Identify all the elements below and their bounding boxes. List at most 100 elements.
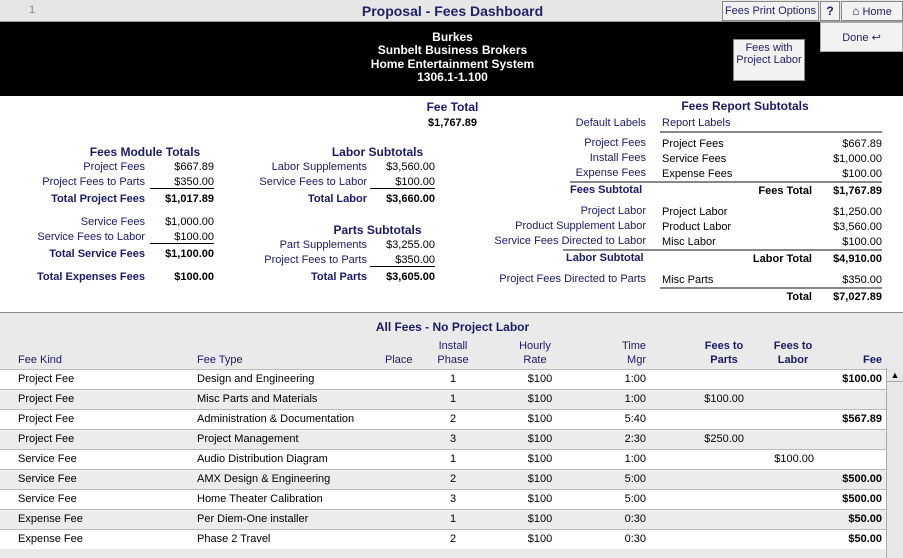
report-labor-value: $100.00 [842,236,882,248]
cell-rate: $100 [527,393,553,405]
cell-rate: $100 [527,473,553,485]
default-labels-header: Default Labels [575,117,646,129]
cell-kind: Expense Fee [18,513,83,525]
fees-divider [570,181,882,183]
report-labor-label: Misc Labor [662,236,716,248]
cell-kind: Project Fee [18,373,75,385]
fee-total-label: Fee Total [426,100,479,114]
table-row[interactable]: Expense Fee Phase 2 Travel 2 $100 0:30 $50.00 [0,529,886,549]
report-row-default: Install Fees [589,152,646,164]
labor-supplements-label: Labor Supplements [271,161,367,173]
home-icon: ⌂ [852,4,860,18]
col-fee: Fee [863,354,882,366]
fm-project-to-parts-label: Project Fees to Parts [42,176,145,188]
cell-rate: $100 [527,433,553,445]
cell-rate: $100 [527,533,553,545]
report-labels-header: Report Labels [662,117,731,129]
done-button[interactable]: Done ↩ [820,22,903,52]
parts-subtotals-title: Parts Subtotals [333,223,422,237]
table-row[interactable]: Expense Fee Per Diem-One installer 1 $100 0:… [0,509,886,529]
cell-kind: Service Fee [18,473,77,485]
cell-phase: 1 [449,513,457,525]
cell-time: 5:00 [624,493,646,505]
labor-supplements-value: $3,560.00 [386,161,435,173]
cell-time: 5:40 [624,413,646,425]
fm-service-fees-label: Service Fees [80,216,145,228]
cell-fee: $100.00 [842,373,882,385]
cell-type: AMX Design & Engineering [197,473,331,485]
fm-project-to-parts-value: $350.00 [150,176,214,189]
cell-phase: 3 [449,493,457,505]
total-labor-label: Total Labor [307,193,367,205]
cell-type: Project Management [197,433,299,445]
cell-parts: $250.00 [704,433,744,445]
labor-service-to-labor-value: $100.00 [370,176,435,189]
report-row-default: Project Fees [584,137,646,149]
total-labor-value: $3,660.00 [386,193,435,205]
col-fees-to-labor: Fees to Labor [773,340,813,366]
report-parts-label: Misc Parts [662,274,714,286]
fees-subtotal-label: Fees Subtotal [570,184,643,196]
parts-project-to-parts-label: Project Fees to Parts [264,254,367,266]
fees-with-project-labor-button[interactable]: Fees with Project Labor [733,39,805,81]
cell-phase: 3 [449,433,457,445]
table-row[interactable]: Service Fee Home Theater Calibration 3 $100… [0,489,886,509]
cell-kind: Expense Fee [18,533,83,545]
table-row[interactable]: Service Fee AMX Design & Engineering 2 $100… [0,469,886,489]
cell-time: 5:00 [624,473,646,485]
fees-report-title: Fees Report Subtotals [681,99,809,113]
col-place: Place [385,354,413,366]
fm-project-fees-value: $667.89 [174,161,214,173]
report-row-label: Expense Fees [662,168,733,180]
cell-type: Design and Engineering [197,373,315,385]
report-labor-value: $3,560.00 [833,221,882,233]
cell-type: Phase 2 Travel [197,533,271,545]
report-labor-value: $1,250.00 [833,206,882,218]
home-label: Home [862,6,892,18]
report-labor-label: Product Labor [662,221,732,233]
done-label: Done [842,32,869,44]
cell-type: Audio Distribution Diagram [197,453,328,465]
fees-total-value: $1,767.89 [833,185,882,197]
grand-total-label: Total [786,291,812,303]
table-scrollbar[interactable]: ▲ [886,368,903,558]
cell-time: 1:00 [624,453,646,465]
cell-time: 2:30 [624,433,646,445]
cell-fee: $50.00 [848,513,882,525]
fm-service-fees-value: $1,000.00 [165,216,214,228]
fees-print-options-button[interactable]: Fees Print Options [722,1,819,21]
scroll-up-arrow-icon[interactable]: ▲ [887,368,903,382]
table-row[interactable]: Project Fee Misc Parts and Materials 1 $100… [0,389,886,409]
cell-rate: $100 [527,373,553,385]
table-row[interactable]: Project Fee Administration & Documentatio… [0,409,886,429]
cell-time: 0:30 [624,513,646,525]
help-button[interactable]: ? [820,1,840,21]
window-title: Proposal - Fees Dashboard [361,3,544,19]
grand-total-value: $7,027.89 [833,291,882,303]
report-row-value: $667.89 [842,138,882,150]
cell-kind: Project Fee [18,433,75,445]
cell-kind: Service Fee [18,493,77,505]
cell-rate: $100 [527,513,553,525]
table-row[interactable]: Project Fee Project Management 3 $100 2:30 $2… [0,429,886,449]
return-icon: ↩ [871,32,881,44]
cell-fee: $567.89 [842,413,882,425]
cell-rate: $100 [527,413,553,425]
record-number: 1 [28,4,36,16]
part-supplements-value: $3,255.00 [386,239,435,251]
title-bar: 1 Proposal - Fees Dashboard Fees Print O… [0,0,903,22]
report-labor-label: Project Labor [662,206,728,218]
total-parts-value: $3,605.00 [386,271,435,283]
parts-project-to-parts-value: $350.00 [370,254,435,267]
part-supplements-label: Part Supplements [279,239,367,251]
col-hourly-rate: Hourly Rate [519,340,551,366]
report-labor-default: Service Fees Directed to Labor [494,235,646,247]
cell-phase: 1 [449,393,457,405]
cell-time: 1:00 [624,393,646,405]
cell-type: Per Diem-One installer [197,513,309,525]
table-row[interactable]: Service Fee Audio Distribution Diagram 1 $1… [0,449,886,469]
home-button[interactable]: ⌂ Home [841,1,903,21]
labor-service-to-labor-label: Service Fees to Labor [259,176,367,188]
cell-fee: $500.00 [842,493,882,505]
table-row[interactable]: Project Fee Design and Engineering 1 $100 1:… [0,369,886,389]
